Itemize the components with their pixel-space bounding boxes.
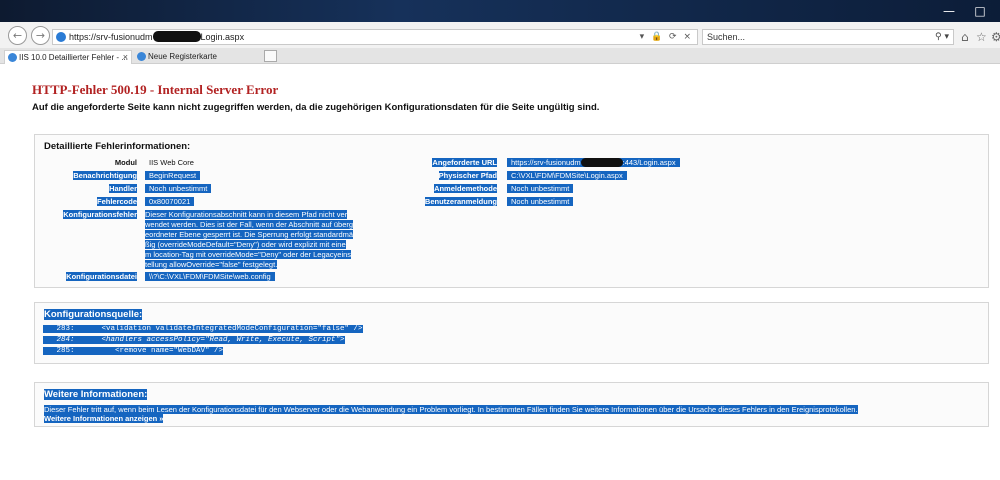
tab-iis-error[interactable]: IIS 10.0 Detaillierter Fehler - ... × (4, 50, 132, 64)
error-subtitle: Auf die angeforderte Seite kann nicht zu… (32, 102, 600, 113)
details-box: Detaillierte Fehlerinformationen: Modul … (34, 134, 989, 288)
back-icon[interactable]: ← (8, 26, 27, 45)
code-line: 283: <validation validateIntegratedModeC… (43, 325, 363, 333)
value-modul: IIS Web Core (149, 158, 194, 167)
page-content: HTTP-Fehler 500.19 - Internal Server Err… (0, 64, 1000, 480)
tab-label: Neue Registerkarte (148, 52, 217, 61)
label-anmeldemethode: Anmeldemethode (434, 184, 497, 193)
message-line: Dieser Konfigurationsabschnitt kann in d… (145, 210, 348, 219)
settings-icon[interactable]: ⚙ (991, 30, 1000, 44)
label-angeforderte-url: Angeforderte URL (432, 158, 497, 167)
address-bar-icons[interactable]: ▾ 🔒 ⟳ × (640, 30, 693, 44)
close-icon[interactable]: × (123, 51, 128, 64)
message-line: ßig (overrideModeDefault="Deny") oder wi… (145, 240, 346, 249)
forward-icon[interactable]: → (31, 26, 50, 45)
label-benachrichtigung: Benachrichtigung (73, 171, 137, 180)
konfigurationsfehler-message: Dieser Konfigurationsabschnitt kann in d… (145, 210, 375, 270)
message-line: eordneter Ebene gesperrt ist. Die Sperru… (145, 230, 354, 239)
message-line: tellung allowOverride="false" festgelegt… (145, 260, 278, 269)
ie-icon (137, 52, 146, 61)
value-anmeldemethode: Noch unbestimmt (507, 184, 574, 194)
redacted-block (152, 31, 201, 42)
message-line: wendet werden. Dies ist der Fall, wenn d… (145, 220, 354, 229)
label-handler: Handler (109, 184, 137, 193)
search-input[interactable]: Suchen... ⚲ ▾ (702, 29, 954, 45)
label-physischer-pfad: Physischer Pfad (438, 171, 497, 180)
code-line: 285: <remove name="WebDAV" /> (43, 347, 224, 355)
search-placeholder: Suchen... (707, 32, 746, 42)
ie-icon (8, 53, 17, 62)
new-tab-button[interactable] (264, 50, 277, 62)
site-favicon-icon (56, 32, 66, 42)
redacted-block (580, 158, 623, 167)
more-info-link[interactable]: Weitere Informationen anzeigen » (44, 414, 164, 423)
label-konfigurationsdatei: Konfigurationsdatei (66, 272, 137, 281)
url-end: Login.aspx (200, 32, 245, 42)
more-info-heading: Weitere Informationen: (44, 389, 148, 400)
browser-window: ← → https://srv-fusionudm Login.aspx ▾ 🔒 … (0, 22, 1000, 480)
more-info-box: Weitere Informationen: Dieser Fehler tri… (34, 382, 989, 427)
navigation-bar: ← → https://srv-fusionudm Login.aspx ▾ 🔒 … (0, 22, 1000, 48)
value-handler: Noch unbestimmt (145, 184, 212, 194)
value-physischer-pfad: C:\VXL\FDM\FDMSite\Login.aspx (507, 171, 627, 181)
tab-bar: IIS 10.0 Detaillierter Fehler - ... × Ne… (0, 48, 1000, 64)
details-heading: Detaillierte Fehlerinformationen: (44, 141, 191, 152)
error-title: HTTP-Fehler 500.19 - Internal Server Err… (32, 82, 279, 97)
label-benutzeranmeldung: Benutzeranmeldung (424, 197, 497, 206)
code-line: 284: <handlers accessPolicy="Read, Write… (43, 336, 345, 344)
value-konfigurationsdatei: \\?\C:\VXL\FDM\FDMSite\web.config (145, 272, 275, 282)
config-source-box: Konfigurationsquelle: 283: <validation v… (34, 302, 989, 364)
value-angeforderte-url: https://srv-fusionudm:443/Login.aspx (507, 158, 680, 168)
search-icon[interactable]: ⚲ ▾ (935, 30, 949, 44)
url-start: https://srv-fusionudm (69, 32, 153, 42)
desktop-background: — □ (0, 0, 1000, 22)
value-fehlercode: 0x80070021 (145, 197, 195, 207)
label-konfigurationsfehler: Konfigurationsfehler (63, 210, 137, 219)
label-fehlercode: Fehlercode (96, 197, 137, 206)
home-icon[interactable]: ⌂ (961, 30, 969, 44)
value-benutzeranmeldung: Noch unbestimmt (507, 197, 574, 207)
label-modul: Modul (114, 158, 137, 167)
message-line: m location-Tag mit overrideMode="Deny" o… (145, 250, 352, 259)
tab-new[interactable]: Neue Registerkarte (134, 50, 262, 64)
tab-label: IIS 10.0 Detaillierter Fehler - ... (19, 53, 128, 62)
config-source-heading: Konfigurationsquelle: (44, 309, 143, 320)
address-bar[interactable]: https://srv-fusionudm Login.aspx ▾ 🔒 ⟳ × (52, 29, 698, 45)
favorites-icon[interactable]: ☆ (976, 30, 987, 44)
value-benachrichtigung: BeginRequest (145, 171, 201, 181)
more-info-text: Dieser Fehler tritt auf, wenn beim Lesen… (44, 405, 858, 414)
minimize-icon[interactable]: — (938, 2, 960, 20)
maximize-icon[interactable]: □ (969, 2, 991, 20)
